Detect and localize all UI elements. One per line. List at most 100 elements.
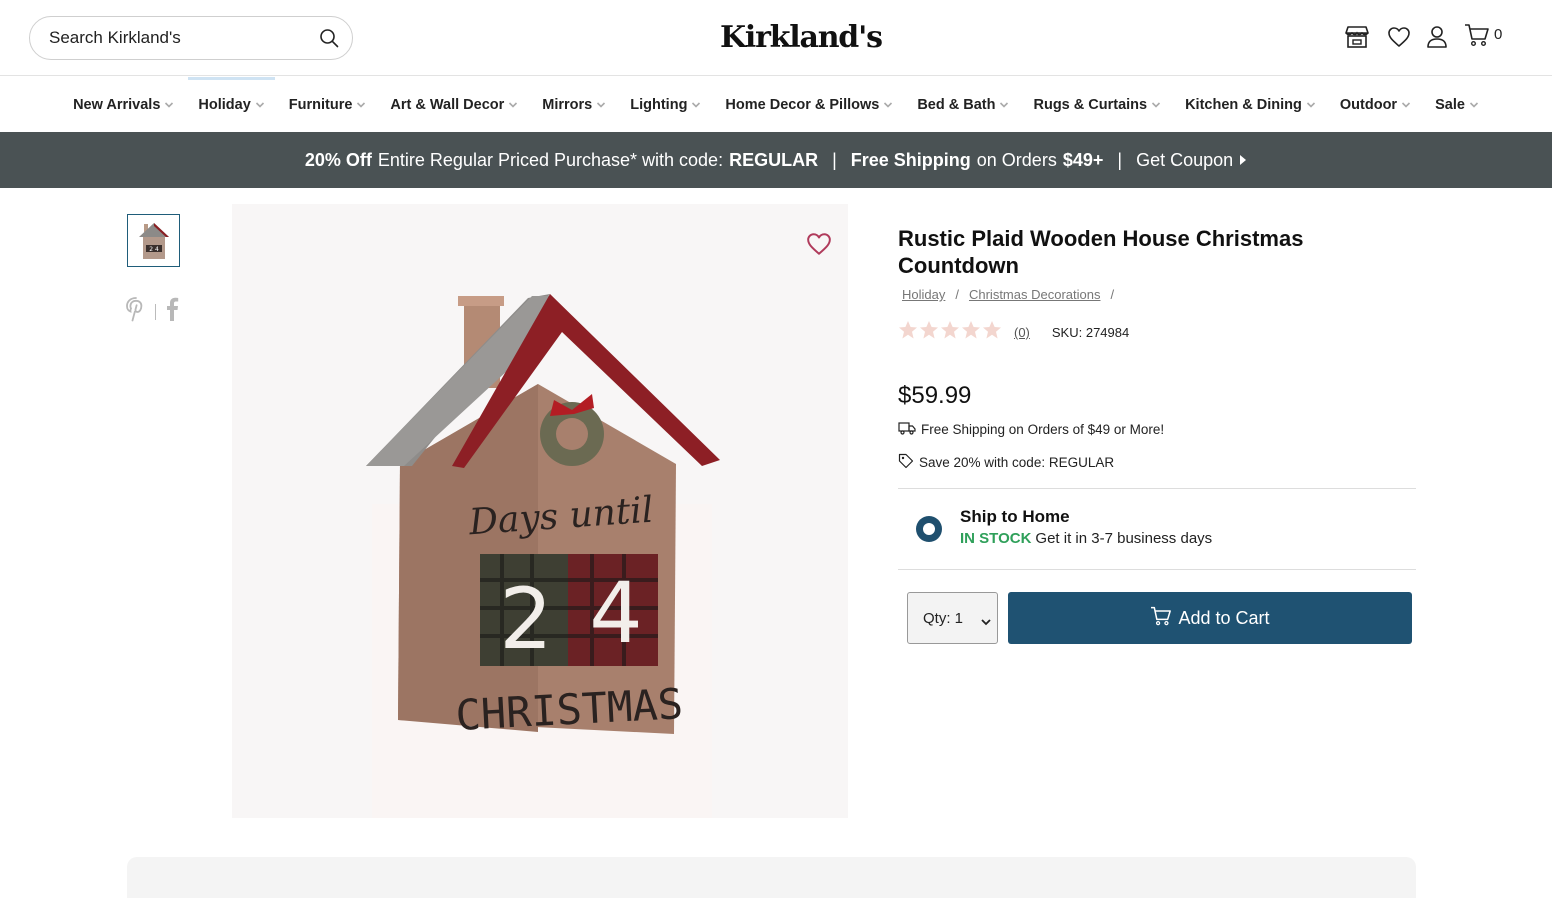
chevron-down-icon (1306, 100, 1316, 110)
nav-item-furniture[interactable]: Furniture (277, 77, 379, 132)
shipping-note-text: Free Shipping on Orders of $49 or More! (921, 422, 1165, 437)
promo-text-2: on Orders (976, 149, 1057, 170)
sku: SKU: 274984 (1051, 325, 1130, 340)
nav-item-sale[interactable]: Sale (1423, 77, 1491, 132)
review-count-link[interactable]: (0) (1014, 325, 1030, 340)
nav-item-label: Outdoor (1339, 96, 1398, 113)
breadcrumb-holiday[interactable]: Holiday (902, 287, 945, 302)
account-icon[interactable] (1425, 22, 1449, 52)
cart-button[interactable]: 0 (1464, 22, 1506, 52)
promo-banner[interactable]: 20% Off Entire Regular Priced Purchase* … (0, 132, 1552, 188)
promo-text: Entire Regular Priced Purchase* with cod… (377, 149, 724, 170)
heart-icon[interactable] (1386, 22, 1412, 52)
chevron-down-icon (1401, 100, 1411, 110)
share-divider (155, 303, 156, 320)
nav-item-new-arrivals[interactable]: New Arrivals (61, 77, 186, 132)
pinterest-icon[interactable] (125, 296, 147, 327)
star-icon (898, 320, 918, 345)
search-bar[interactable] (29, 16, 353, 60)
add-to-wishlist-button[interactable] (805, 232, 833, 260)
nav-item-label: Home Decor & Pillows (725, 96, 880, 113)
details-panel (127, 857, 1416, 898)
nav-item-bed-bath[interactable]: Bed & Bath (905, 77, 1021, 132)
product-image[interactable]: Days until 2 4 CHRISTMAS (232, 204, 848, 818)
nav-item-label: Holiday (198, 96, 251, 113)
chevron-down-icon (883, 100, 893, 110)
facebook-icon[interactable] (164, 296, 180, 327)
rating-row: (0) SKU: 274984 (898, 320, 1129, 345)
price: $59.99 (898, 382, 972, 409)
truck-icon (898, 421, 916, 438)
chevron-down-icon (691, 100, 701, 110)
delivery-eta: Get it in 3-7 business days (1035, 530, 1213, 547)
star-icon (961, 320, 981, 345)
get-coupon-link[interactable]: Get Coupon (1136, 150, 1233, 171)
star-rating[interactable] (898, 320, 1002, 345)
divider (898, 488, 1416, 489)
nav-item-holiday[interactable]: Holiday (186, 77, 276, 132)
nav-item-home-decor-pillows[interactable]: Home Decor & Pillows (713, 77, 905, 132)
chevron-down-icon (255, 100, 265, 110)
nav-item-mirrors[interactable]: Mirrors (530, 77, 618, 132)
nav-item-kitchen-dining[interactable]: Kitchen & Dining (1173, 77, 1328, 132)
nav-item-label: Bed & Bath (917, 96, 996, 113)
quantity-value: Qty: 1 (923, 609, 964, 627)
nav-item-rugs-curtains[interactable]: Rugs & Curtains (1021, 77, 1173, 132)
star-icon (940, 320, 960, 345)
promo-free-shipping: Free Shipping (850, 149, 971, 170)
ship-to-home-label: Ship to Home (960, 507, 1070, 526)
chevron-down-icon (981, 613, 991, 630)
quantity-select[interactable]: Qty: 1 (907, 592, 998, 644)
cart-count: 0 (1494, 25, 1503, 43)
site-logo[interactable]: Kirkland's (720, 20, 883, 55)
nav-item-lighting[interactable]: Lighting (618, 77, 713, 132)
ship-availability: IN STOCK Get it in 3-7 business days (960, 530, 1212, 547)
nav-item-label: New Arrivals (73, 96, 161, 113)
chevron-down-icon (1151, 100, 1161, 110)
site-header: Kirkland's 0 (0, 0, 1552, 76)
image-digit-2: 4 (589, 564, 642, 662)
product-thumbnail[interactable]: 2 4 (127, 214, 180, 267)
cart-icon (1150, 606, 1172, 631)
chevron-down-icon (596, 100, 606, 110)
promo-separator: | (832, 149, 837, 170)
divider (898, 569, 1416, 570)
save-note: Save 20% with code: REGULAR (898, 453, 1114, 472)
share-links (125, 296, 180, 327)
nav-item-outdoor[interactable]: Outdoor (1328, 77, 1423, 132)
breadcrumb: Holiday / Christmas Decorations / (902, 287, 1114, 302)
product-title: Rustic Plaid Wooden House Christmas Coun… (898, 226, 1304, 278)
main-nav: New Arrivals Holiday Furniture Art & Wall D… (0, 77, 1552, 132)
promo-discount: 20% Off (304, 149, 372, 170)
nav-item-label: Art & Wall Decor (390, 96, 505, 113)
heart-outline-icon (806, 232, 832, 261)
nav-item-label: Sale (1435, 96, 1465, 113)
search-input[interactable] (49, 28, 318, 48)
nav-item-label: Kitchen & Dining (1185, 96, 1302, 113)
cart-icon (1464, 23, 1490, 52)
chevron-down-icon (1469, 100, 1479, 110)
search-icon[interactable] (318, 27, 340, 49)
chevron-down-icon (164, 100, 174, 110)
image-digit-1: 2 (499, 570, 552, 668)
chevron-down-icon (999, 100, 1009, 110)
breadcrumb-christmas-decorations[interactable]: Christmas Decorations (969, 287, 1101, 302)
nav-item-label: Lighting (630, 96, 688, 113)
promo-code: REGULAR (729, 149, 819, 170)
stock-status: IN STOCK (960, 530, 1032, 547)
star-icon (919, 320, 939, 345)
nav-item-label: Mirrors (542, 96, 593, 113)
chevron-down-icon (508, 100, 518, 110)
chevron-down-icon (356, 100, 366, 110)
nav-item-art-wall-decor[interactable]: Art & Wall Decor (378, 77, 530, 132)
tag-icon (898, 453, 914, 472)
ship-to-home-radio[interactable] (916, 516, 942, 542)
add-to-cart-button[interactable]: Add to Cart (1008, 592, 1412, 644)
breadcrumb-separator: / (955, 287, 959, 302)
svg-text:2 4: 2 4 (149, 246, 159, 253)
star-icon (982, 320, 1002, 345)
promo-separator-2: | (1117, 149, 1123, 170)
shipping-note: Free Shipping on Orders of $49 or More! (898, 421, 1164, 438)
store-icon[interactable] (1343, 22, 1371, 52)
add-to-cart-label: Add to Cart (1178, 607, 1270, 628)
